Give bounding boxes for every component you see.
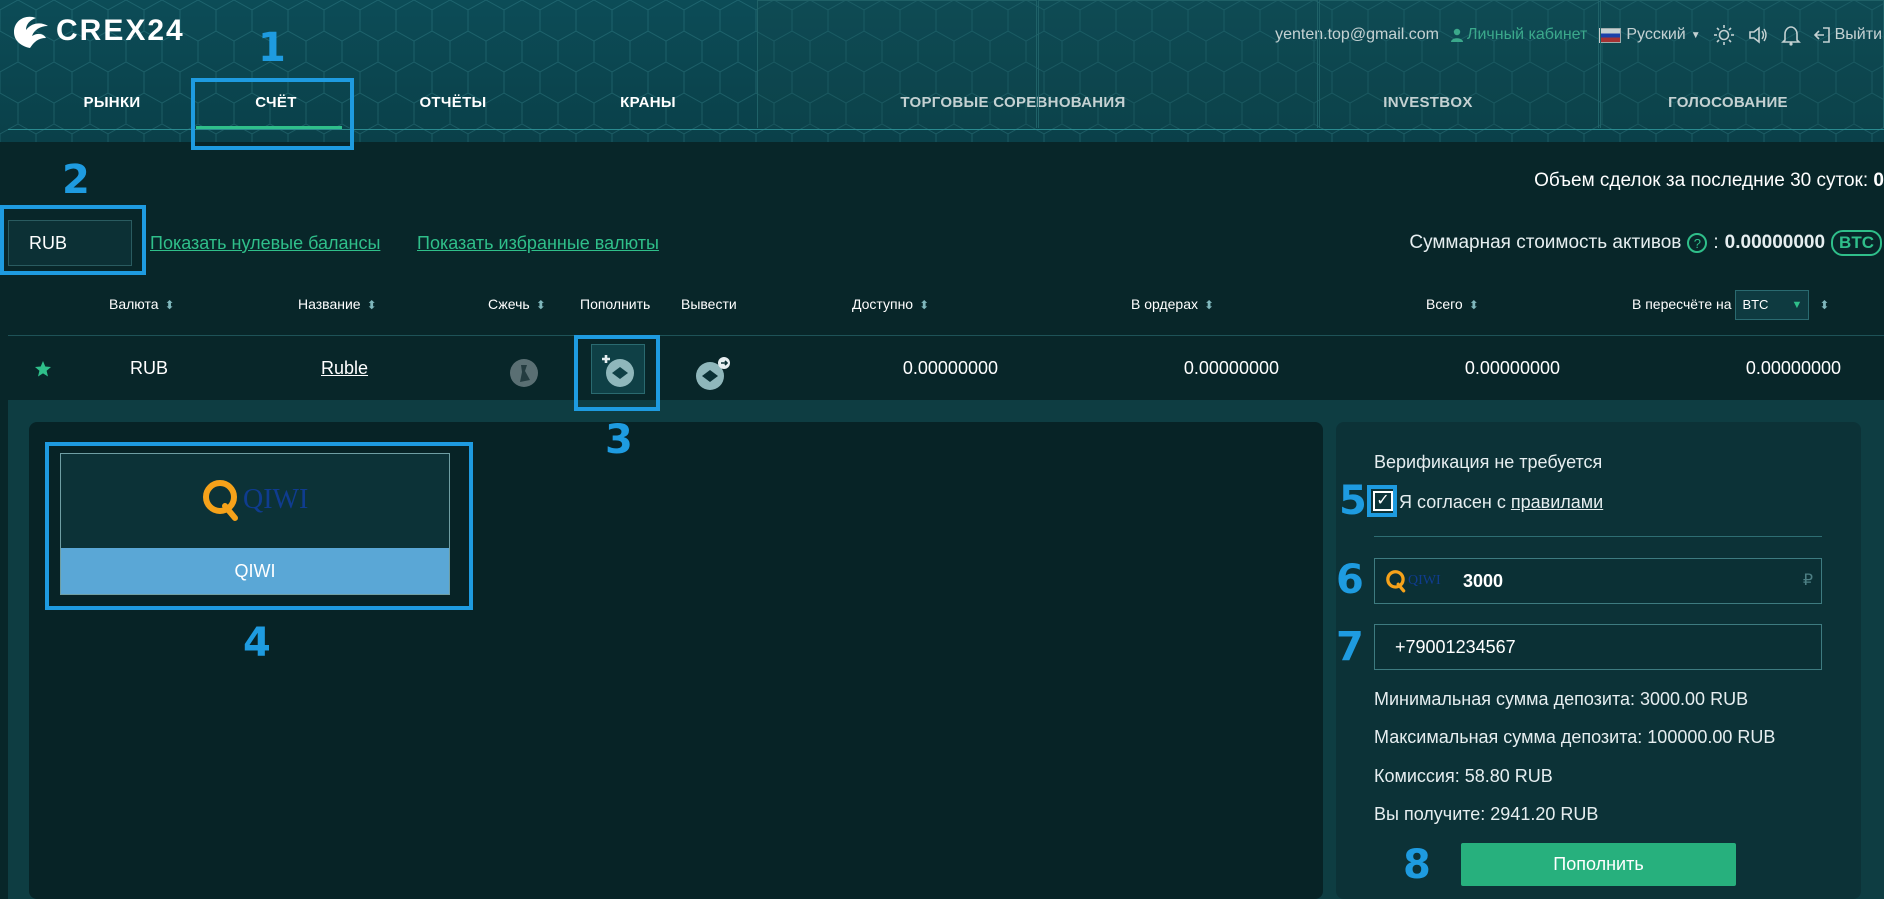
annotation-number-8: 8 — [1403, 842, 1431, 888]
caret-down-icon: ▼ — [1791, 299, 1803, 312]
total-column-box — [1319, 0, 1599, 128]
column-name-label: Название — [298, 296, 361, 312]
agree-prefix: Я согласен с — [1399, 492, 1506, 512]
column-currency-label: Валюта — [109, 296, 159, 312]
annotation-number-2: 2 — [62, 157, 90, 203]
show-zero-balances-link[interactable]: Показать нулевые балансы — [150, 233, 380, 254]
column-converted-label: В пересчёте на — [1632, 296, 1732, 312]
verification-note: Верификация не требуется — [1374, 452, 1603, 472]
favorite-star-icon[interactable] — [34, 336, 52, 400]
nav-reports[interactable]: ОТЧЁТЫ — [388, 76, 518, 130]
trade-volume: Объем сделок за последние 30 суток: 0 — [1534, 170, 1884, 192]
column-withdraw: Вывести — [681, 296, 737, 312]
annotation-box-5 — [1367, 485, 1397, 517]
total-value: 0.00000000 — [1464, 358, 1560, 378]
phone-field[interactable]: +79001234567 — [1374, 624, 1822, 670]
table-row: RUB Ruble 0.00000000 0.00000000 0.000000… — [8, 336, 1884, 400]
annotation-number-7: 7 — [1336, 624, 1364, 670]
assets-separator: : — [1713, 232, 1719, 253]
sort-icon: ⬍ — [1468, 298, 1479, 312]
in-orders-value: 0.00000000 — [1183, 358, 1279, 378]
annotation-number-6: 6 — [1336, 557, 1364, 603]
column-total[interactable]: Всего ⬍ — [1426, 272, 1479, 336]
bird-logo-icon — [14, 16, 48, 48]
available-column-box — [757, 0, 1037, 128]
deposit-submit-button[interactable]: Пополнить — [1461, 843, 1736, 886]
table-header: Валюта ⬍ Название ⬍ Сжечь ⬍ Пополнить Вывес… — [8, 272, 1884, 336]
annotation-number-4: 4 — [243, 620, 271, 666]
convert-currency-select[interactable]: BTC ▼ — [1735, 290, 1810, 321]
column-in-orders-label: В ордерах — [1131, 296, 1199, 312]
agree-text: Я согласен с правилами — [1399, 492, 1603, 513]
annotation-box-3 — [574, 335, 660, 411]
volume-value: 0 — [1873, 170, 1884, 191]
sort-icon: ⬍ — [1204, 298, 1215, 312]
assets-value: 0.00000000 — [1724, 232, 1826, 253]
column-total-label: Всего — [1426, 296, 1463, 312]
convert-currency-value: BTC — [1742, 297, 1769, 313]
sort-icon: ⬍ — [366, 298, 377, 312]
qiwi-q-icon — [1386, 570, 1406, 593]
column-burn[interactable]: Сжечь ⬍ — [488, 272, 546, 336]
qiwi-field-text: QIWI — [1408, 573, 1441, 588]
total-assets: Суммарная стоимость активов ? : 0.000000… — [1409, 230, 1882, 256]
column-name[interactable]: Название ⬍ — [298, 272, 377, 336]
sort-icon[interactable]: ⬍ — [1819, 298, 1829, 312]
column-burn-label: Сжечь — [488, 296, 530, 312]
column-deposit: Пополнить — [580, 296, 651, 312]
sort-icon: ⬍ — [535, 298, 546, 312]
withdraw-icon[interactable] — [694, 356, 732, 392]
column-available[interactable]: Доступно ⬍ — [852, 272, 929, 336]
help-icon[interactable]: ? — [1687, 233, 1708, 253]
converted-value: 0.00000000 — [1745, 358, 1841, 378]
volume-label: Объем сделок за последние 30 суток: — [1534, 170, 1869, 191]
row-currency-name[interactable]: Ruble — [321, 336, 368, 400]
commission-text: Комиссия: 58.80 RUB — [1374, 766, 1553, 786]
receive-text: Вы получите: 2941.20 RUB — [1374, 804, 1599, 824]
annotation-box-2 — [0, 205, 146, 275]
rules-link[interactable]: правилами — [1511, 492, 1603, 512]
ruble-sign: ₽ — [1802, 572, 1813, 589]
in-orders-column-box — [1038, 0, 1318, 128]
annotation-number-1: 1 — [258, 25, 286, 71]
column-currency[interactable]: Валюта ⬍ — [109, 272, 175, 336]
sort-icon: ⬍ — [164, 298, 175, 312]
column-in-orders[interactable]: В ордерах ⬍ — [1131, 272, 1214, 336]
sort-icon: ⬍ — [919, 298, 930, 312]
max-deposit-text: Максимальная сумма депозита: 100000.00 R… — [1374, 727, 1776, 747]
annotation-box-1 — [191, 78, 354, 150]
amount-field[interactable]: QIWI 3000 ₽ — [1374, 558, 1822, 604]
available-value: 0.00000000 — [902, 358, 998, 378]
converted-column-box — [1600, 0, 1884, 128]
logo-text: CREX24 — [56, 14, 185, 47]
annotation-box-4 — [45, 442, 473, 610]
annotation-number-3: 3 — [605, 417, 633, 463]
amount-value: 3000 — [1463, 571, 1504, 591]
burn-icon[interactable] — [509, 358, 539, 390]
nav-faucets[interactable]: КРАНЫ — [578, 76, 718, 130]
nav-markets[interactable]: РЫНКИ — [52, 76, 172, 130]
assets-unit-badge: BTC — [1831, 230, 1882, 256]
qiwi-field-logo: QIWI — [1385, 559, 1441, 603]
column-converted: В пересчёте на BTC ▼ ⬍ — [1632, 272, 1829, 336]
form-divider — [1374, 536, 1822, 537]
min-deposit-text: Минимальная сумма депозита: 3000.00 RUB — [1374, 689, 1749, 709]
column-available-label: Доступно — [852, 296, 914, 312]
logo[interactable]: CREX24 — [10, 12, 185, 50]
show-favorites-link[interactable]: Показать избранные валюты — [417, 233, 659, 254]
row-currency: RUB — [130, 358, 169, 378]
assets-label: Суммарная стоимость активов — [1409, 232, 1682, 253]
annotation-number-5: 5 — [1339, 478, 1367, 524]
